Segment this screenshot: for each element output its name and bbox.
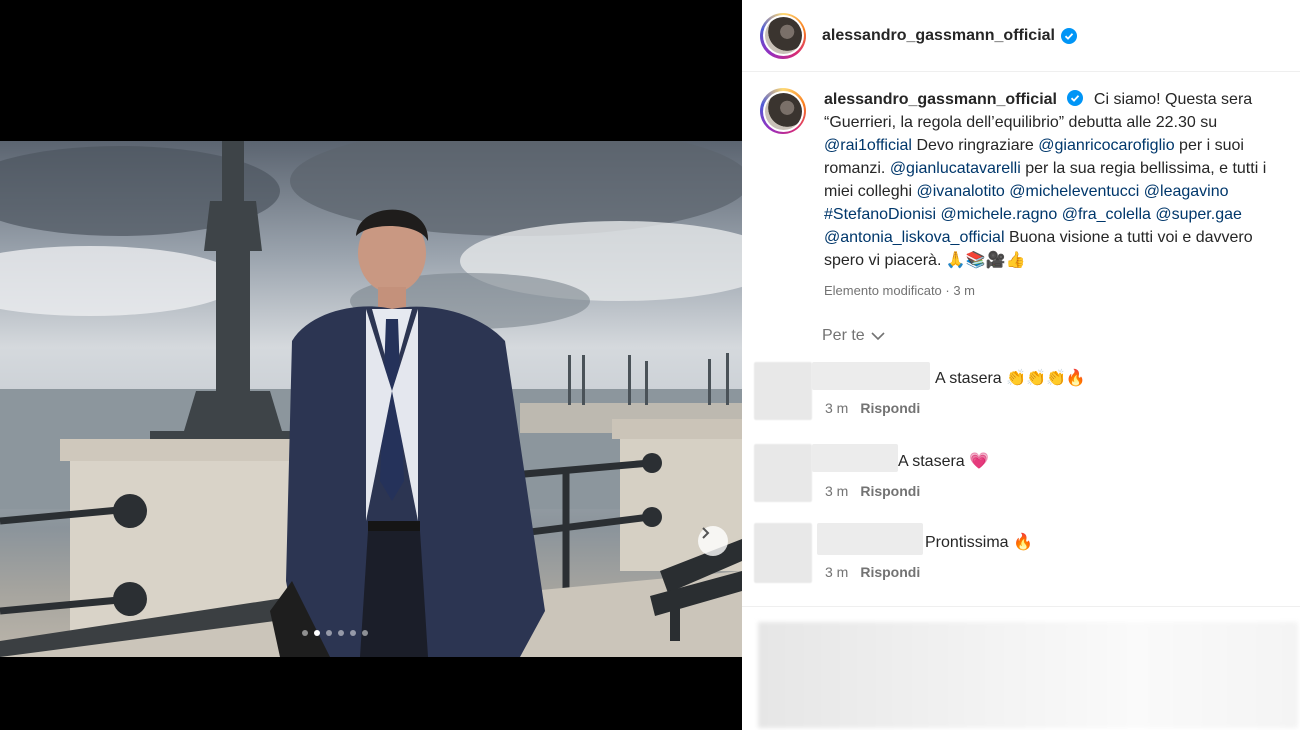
mention-link[interactable]: @antonia_liskova_official bbox=[824, 229, 1005, 246]
comment-text: Prontissima 🔥 bbox=[925, 534, 1033, 551]
comment-time: 3 m bbox=[825, 564, 849, 580]
chevron-right-icon bbox=[702, 527, 710, 539]
carousel-dot bbox=[350, 630, 356, 636]
author-avatar[interactable] bbox=[760, 12, 806, 59]
carousel-dot bbox=[338, 630, 344, 636]
comment-time: 3 m bbox=[825, 483, 849, 499]
reply-button[interactable]: Rispondi bbox=[860, 564, 920, 580]
post-photo-illustration bbox=[0, 141, 742, 657]
mention-link[interactable]: @rai1official bbox=[824, 137, 912, 154]
verified-badge-icon bbox=[1060, 27, 1077, 44]
carousel-dot bbox=[302, 630, 308, 636]
caption-segment: Devo ringraziare bbox=[916, 137, 1034, 154]
next-slide-button[interactable] bbox=[698, 526, 728, 556]
author-username[interactable]: alessandro_gassmann_official bbox=[822, 27, 1055, 45]
mention-link[interactable]: @micheleventucci bbox=[1009, 183, 1139, 200]
post-photo[interactable] bbox=[0, 141, 742, 657]
caption-emoji: 🙏📚🎥👍 bbox=[945, 252, 1026, 269]
comment-sort-dropdown[interactable]: Per te bbox=[822, 327, 885, 345]
caption-text: alessandro_gassmann_official Ci siamo! Q… bbox=[824, 88, 1286, 302]
mention-link[interactable]: @michele.ragno bbox=[941, 206, 1058, 223]
mention-link[interactable]: @fra_colella bbox=[1062, 206, 1151, 223]
comment-meta: 3 m Rispondi bbox=[825, 564, 920, 580]
chevron-down-icon bbox=[871, 332, 885, 341]
comment-sort-label: Per te bbox=[822, 327, 865, 344]
mention-link[interactable]: @leagavino bbox=[1144, 183, 1229, 200]
commenter-avatar[interactable] bbox=[754, 523, 812, 583]
post-header: alessandro_gassmann_official bbox=[742, 0, 1300, 72]
caption-username[interactable]: alessandro_gassmann_official bbox=[824, 91, 1057, 108]
commenter-avatar[interactable] bbox=[754, 444, 812, 502]
reply-button[interactable]: Rispondi bbox=[860, 483, 920, 499]
carousel-dot bbox=[326, 630, 332, 636]
comment-meta: 3 m Rispondi bbox=[825, 483, 920, 499]
carousel-indicator bbox=[302, 630, 368, 636]
mention-link[interactable]: @ivanalotito bbox=[917, 183, 1005, 200]
caption-author-avatar-image bbox=[764, 92, 802, 130]
carousel-dot-active bbox=[314, 630, 320, 636]
post-media bbox=[0, 0, 742, 730]
commenter-username-redacted[interactable] bbox=[817, 523, 923, 555]
carousel-dot bbox=[362, 630, 368, 636]
verified-badge-icon bbox=[1067, 90, 1084, 106]
commenter-username-redacted[interactable] bbox=[812, 444, 898, 472]
mention-link[interactable]: @gianlucatavarelli bbox=[890, 160, 1021, 177]
blurred-actions-area bbox=[758, 622, 1298, 728]
author-avatar-image bbox=[764, 17, 802, 54]
post-edited-time: Elemento modificato · 3 m bbox=[824, 283, 976, 298]
hashtag-link[interactable]: #StefanoDionisi bbox=[824, 206, 936, 223]
reply-button[interactable]: Rispondi bbox=[860, 400, 920, 416]
section-divider bbox=[742, 606, 1300, 607]
comment-text: A stasera 👏👏👏🔥 bbox=[935, 370, 1086, 387]
commenter-username-redacted[interactable] bbox=[812, 362, 930, 390]
caption-author-avatar[interactable] bbox=[760, 88, 806, 134]
post-caption: alessandro_gassmann_official Ci siamo! Q… bbox=[760, 88, 1290, 302]
mention-link[interactable]: @super.gae bbox=[1155, 206, 1242, 223]
commenter-avatar[interactable] bbox=[754, 362, 812, 420]
mention-link[interactable]: @gianricocarofiglio bbox=[1038, 137, 1174, 154]
comment-meta: 3 m Rispondi bbox=[825, 400, 920, 416]
comment-text: A stasera 💗 bbox=[898, 453, 990, 470]
post-details-panel: alessandro_gassmann_official alessandro_… bbox=[742, 0, 1300, 730]
comment-time: 3 m bbox=[825, 400, 849, 416]
